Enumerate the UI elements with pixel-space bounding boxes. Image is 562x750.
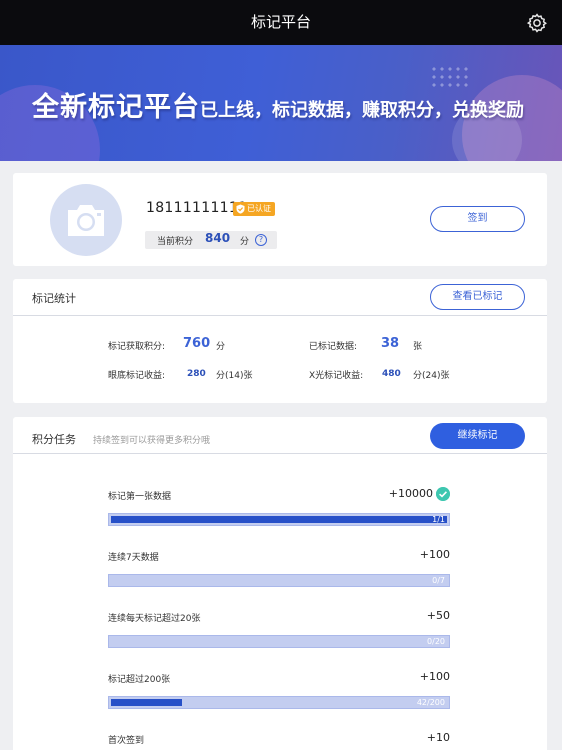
marked-count-unit: 张	[413, 342, 423, 352]
xray-income-unit: 分(24)张	[413, 371, 450, 381]
task-name: 首次签到	[108, 736, 145, 746]
fundus-income-value: 280	[187, 369, 206, 379]
view-marked-button[interactable]: 查看已标记	[430, 284, 525, 310]
avatar[interactable]	[50, 184, 122, 256]
task-name: 连续7天数据	[108, 553, 159, 563]
stats-title: 标记统计	[32, 292, 76, 305]
help-icon[interactable]: ?	[255, 234, 267, 246]
task-progress-bar: 0/7	[108, 574, 450, 587]
task-progress-text: 42/200	[416, 698, 445, 707]
promo-banner[interactable]: 全新标记平台已上线，标记数据，赚取积分，兑换奖励	[0, 45, 562, 161]
check-icon	[436, 487, 450, 501]
task-reward: +100	[419, 670, 450, 683]
marking-stats-card: 标记统计 查看已标记 标记获取积分: 760 分 已标记数据: 38 张 眼底标…	[13, 279, 547, 403]
top-bar: 标记平台	[0, 0, 562, 45]
fundus-income-unit: 分(14)张	[216, 371, 253, 381]
task-progress-text: 0/20	[427, 637, 445, 646]
checkin-button[interactable]: 签到	[430, 206, 525, 232]
task-reward: +10	[426, 731, 450, 744]
task-reward: +10000	[388, 487, 433, 500]
banner-slogan: 全新标记平台已上线，标记数据，赚取积分，兑换奖励	[32, 85, 524, 124]
verified-label: 已认证	[247, 204, 271, 213]
camera-icon	[68, 205, 104, 236]
earned-points-label: 标记获取积分:	[108, 342, 166, 352]
task-progress-fill	[111, 699, 182, 706]
fundus-income-label: 眼底标记收益:	[108, 371, 166, 381]
marked-count-label: 已标记数据:	[309, 342, 358, 352]
profile-card: 18111111111 已认证 当前积分 840 分 ? 签到	[13, 173, 547, 266]
shield-check-icon	[236, 204, 245, 214]
tasks-header: 积分任务 持续签到可以获得更多积分哦 继续标记	[13, 417, 547, 454]
earned-points-value: 760	[183, 336, 211, 351]
tasks-hint: 持续签到可以获得更多积分哦	[93, 436, 211, 446]
page-title: 标记平台	[250, 13, 311, 31]
points-tasks-card: 积分任务 持续签到可以获得更多积分哦 继续标记 标记第一张数据 +10000 1…	[13, 417, 547, 750]
xray-income-value: 480	[382, 369, 401, 379]
banner-subline: 已上线，标记数据，赚取积分，兑换奖励	[200, 100, 524, 121]
xray-income-label: X光标记收益:	[309, 371, 364, 381]
current-points: 当前积分 840 分 ?	[145, 231, 277, 249]
points-unit: 分	[240, 237, 250, 247]
task-name: 连续每天标记超过20张	[108, 614, 201, 624]
earned-points-unit: 分	[216, 342, 226, 352]
stats-header: 标记统计 查看已标记	[13, 279, 547, 316]
task-progress-text: 1/1	[432, 515, 445, 524]
task-name: 标记超过200张	[108, 675, 171, 685]
marked-count-value: 38	[381, 336, 400, 351]
verified-badge: 已认证	[233, 202, 275, 216]
task-reward: +50	[426, 609, 450, 622]
points-value: 840	[205, 231, 231, 245]
task-progress-bar: 0/20	[108, 635, 450, 648]
tasks-title: 积分任务	[32, 433, 76, 446]
points-label: 当前积分	[157, 237, 194, 247]
gear-icon[interactable]	[526, 12, 548, 34]
banner-headline: 全新标记平台	[32, 92, 200, 123]
task-name: 标记第一张数据	[108, 492, 172, 502]
continue-marking-button[interactable]: 继续标记	[430, 423, 525, 449]
task-reward: +100	[419, 548, 450, 561]
task-progress-text: 0/7	[432, 576, 445, 585]
task-progress-bar: 42/200	[108, 696, 450, 709]
task-progress-bar: 1/1	[108, 513, 450, 526]
task-progress-fill	[111, 516, 447, 523]
